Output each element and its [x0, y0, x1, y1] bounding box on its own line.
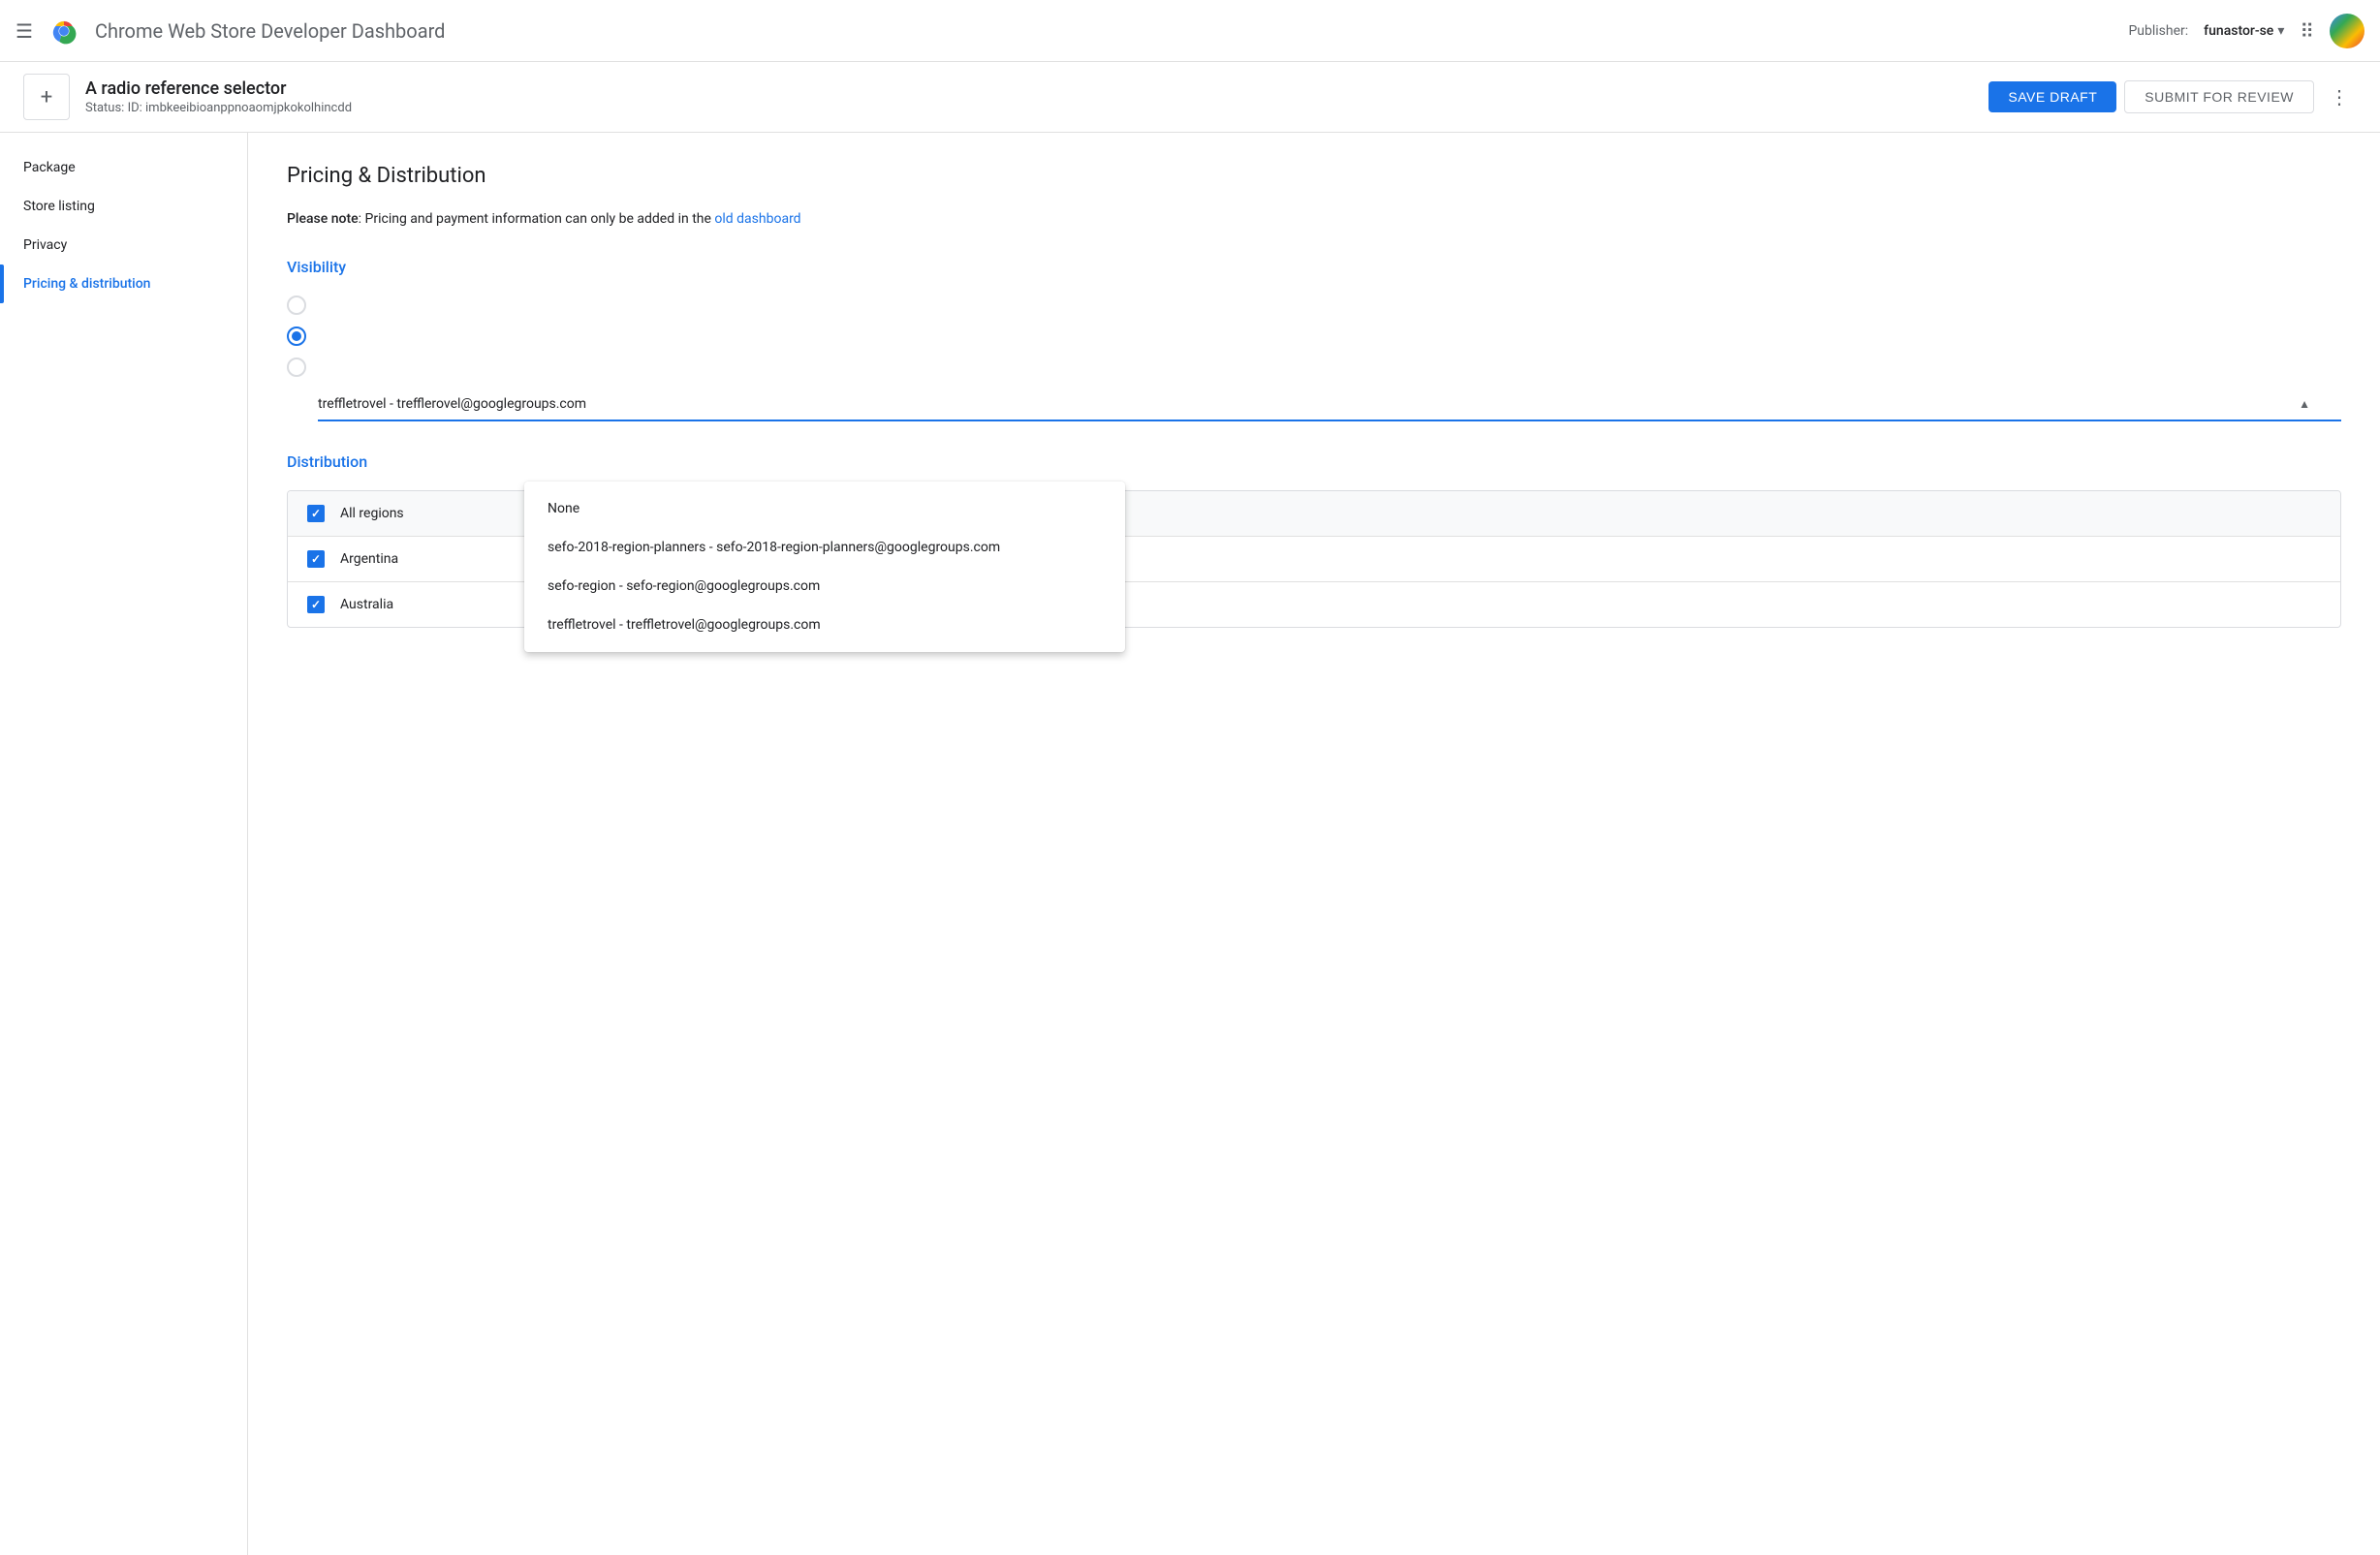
page-title: Pricing & Distribution	[287, 164, 2341, 188]
checkbox-argentina[interactable]	[307, 550, 325, 568]
radio-private[interactable]	[287, 327, 306, 346]
sidebar-item-package[interactable]: Package	[0, 148, 247, 187]
apps-grid-icon[interactable]: ⠿	[2300, 19, 2314, 43]
extension-actions: SAVE DRAFT SUBMIT FOR REVIEW ⋮	[1989, 78, 2357, 116]
header-title: Chrome Web Store Developer Dashboard	[95, 19, 446, 43]
hamburger-icon[interactable]: ☰	[16, 19, 33, 43]
save-draft-button[interactable]: SAVE DRAFT	[1989, 81, 2116, 112]
extension-info: A radio reference selector Status: ID: i…	[85, 78, 1973, 115]
extension-header: + A radio reference selector Status: ID:…	[0, 62, 2380, 133]
dropdown-option-treffletrovel[interactable]: treffletrovel - treffletrovel@googlegrou…	[524, 606, 1125, 644]
dropdown-option-none[interactable]: None	[524, 489, 1125, 528]
avatar[interactable]	[2330, 14, 2364, 48]
sidebar-item-pricing-distribution[interactable]: Pricing & distribution	[0, 264, 247, 303]
distribution-title: Distribution	[287, 452, 2341, 471]
more-options-icon[interactable]: ⋮	[2322, 78, 2357, 116]
publisher-dropdown-icon[interactable]: ▾	[2277, 23, 2284, 39]
visibility-dropdown[interactable]: treffletrovel - trefflerovel@googlegroup…	[318, 389, 2341, 421]
sidebar: Package Store listing Privacy Pricing & …	[0, 133, 248, 1555]
main-content: Pricing & Distribution Please note: Pric…	[248, 133, 2380, 1555]
app-subtitle: Developer Dashboard	[256, 19, 445, 43]
app-header: ☰ Chrome Web Store Developer Dashboard P…	[0, 0, 2380, 62]
visibility-section: Visibility treffletrovel - trefflerovel@…	[287, 258, 2341, 421]
checkbox-all-regions[interactable]	[307, 505, 325, 522]
submit-review-button[interactable]: SUBMIT FOR REVIEW	[2124, 80, 2314, 113]
radio-public[interactable]	[287, 295, 306, 315]
dist-label-australia: Australia	[340, 597, 393, 612]
header-left: ☰ Chrome Web Store Developer Dashboard	[16, 16, 2128, 47]
header-right: Publisher: funastor-se ▾ ⠿	[2128, 14, 2364, 48]
radio-option-private[interactable]	[287, 327, 2341, 346]
old-dashboard-link[interactable]: old dashboard	[714, 211, 800, 227]
dropdown-arrow-icon: ▲	[2299, 397, 2310, 411]
publisher-label: Publisher:	[2128, 23, 2188, 39]
dropdown-option-sefo-2018[interactable]: sefo-2018-region-planners - sefo-2018-re…	[524, 528, 1125, 567]
publisher-name: funastor-se ▾	[2204, 23, 2284, 39]
dist-label-all-regions: All regions	[340, 506, 404, 521]
dist-label-argentina: Argentina	[340, 551, 398, 567]
main-layout: Package Store listing Privacy Pricing & …	[0, 133, 2380, 1555]
visibility-title: Visibility	[287, 258, 2341, 276]
radio-option-public[interactable]	[287, 295, 2341, 315]
pricing-note: Please note: Pricing and payment informa…	[287, 211, 2341, 227]
app-name: Chrome Web Store	[95, 19, 256, 43]
chrome-logo-icon	[48, 16, 79, 47]
extension-status: Status: ID: imbkeeibioanppnoaomjpkokolhi…	[85, 101, 1973, 115]
dropdown-selected-value: treffletrovel - trefflerovel@googlegroup…	[318, 396, 2299, 412]
dropdown-popup: None sefo-2018-region-planners - sefo-20…	[524, 482, 1125, 652]
extension-icon: +	[23, 74, 70, 120]
dropdown-option-sefo-region[interactable]: sefo-region - sefo-region@googlegroups.c…	[524, 567, 1125, 606]
radio-unlisted[interactable]	[287, 358, 306, 377]
sidebar-item-privacy[interactable]: Privacy	[0, 226, 247, 264]
radio-option-unlisted[interactable]	[287, 358, 2341, 377]
extension-name: A radio reference selector	[85, 78, 1973, 99]
sidebar-item-store-listing[interactable]: Store listing	[0, 187, 247, 226]
checkbox-australia[interactable]	[307, 596, 325, 613]
